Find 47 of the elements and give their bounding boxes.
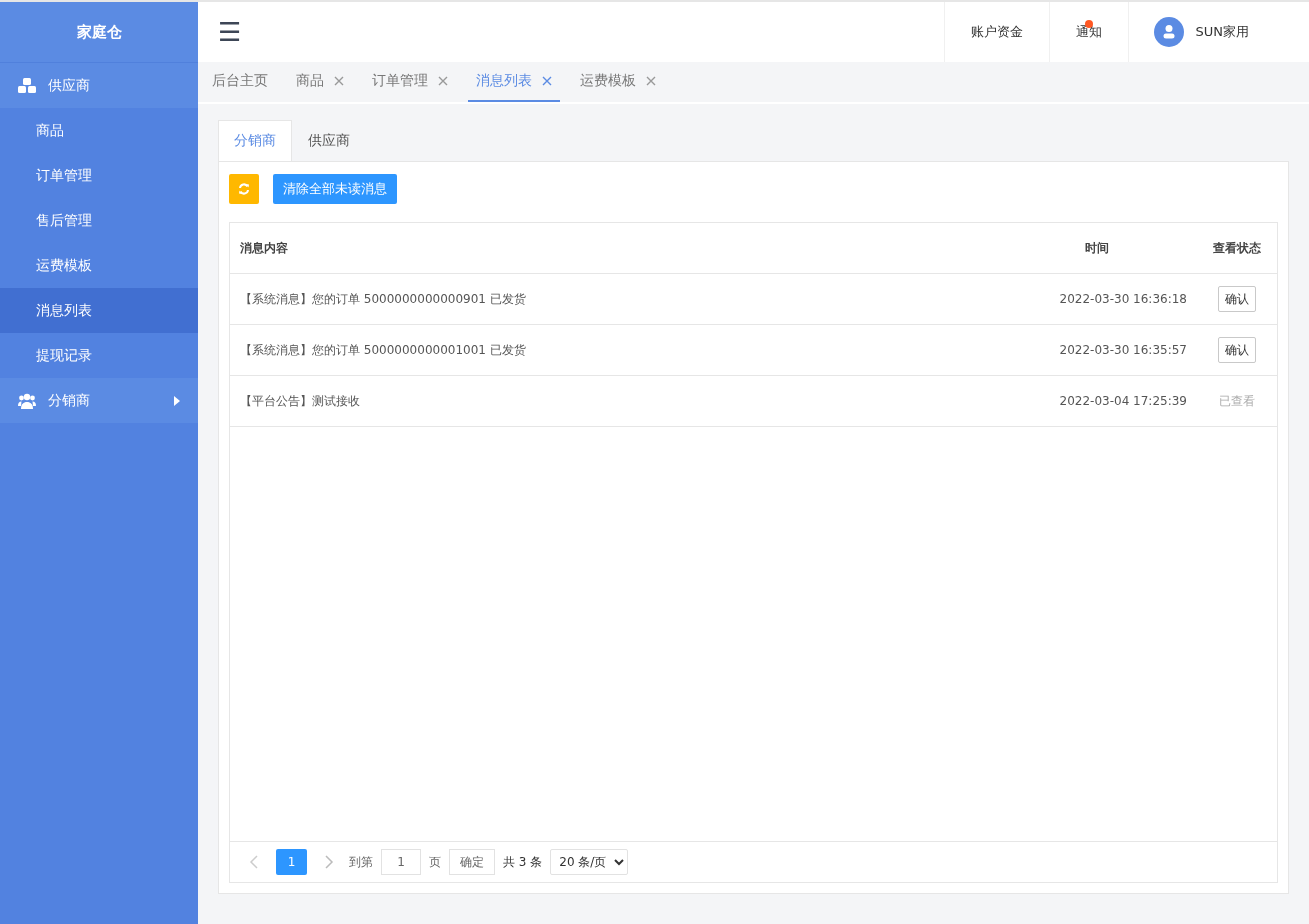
page-tab[interactable]: 商品: [288, 62, 352, 102]
cubes-icon: [18, 77, 36, 94]
users-icon: [18, 392, 36, 409]
page-button[interactable]: 1: [276, 849, 307, 875]
total-count: 共 3 条: [503, 853, 543, 871]
page-tab[interactable]: 消息列表: [468, 62, 560, 102]
goto-label: 到第: [349, 853, 373, 871]
column-header: 查看状态: [1212, 239, 1262, 257]
table-cell-text: 【系统消息】您的订单 5000000000001001 已发货: [239, 341, 527, 359]
brand-title: 家庭仓: [0, 2, 198, 63]
status-text: 已查看: [1219, 392, 1255, 410]
table-cell-text: 2022-03-30 16:35:57: [1058, 343, 1188, 357]
close-icon[interactable]: [334, 76, 344, 86]
page-input[interactable]: 1: [381, 849, 421, 875]
confirm-button[interactable]: 确认: [1218, 286, 1256, 312]
sub-tab[interactable]: 分销商: [218, 120, 292, 161]
user-name[interactable]: SUN家用: [1195, 23, 1249, 41]
table-cell-text: 2022-03-04 17:25:39: [1058, 394, 1188, 408]
close-icon[interactable]: [542, 76, 552, 86]
column-header: 时间: [1084, 239, 1110, 257]
page-tab[interactable]: 运费模板: [572, 62, 664, 102]
group-label: 供应商: [48, 76, 91, 95]
table-cell-text: 【系统消息】您的订单 5000000000000901 已发货: [239, 290, 527, 308]
page-unit: 页: [429, 853, 441, 871]
refresh-icon: [238, 183, 250, 195]
header-link[interactable]: 通知: [1048, 2, 1128, 62]
clear-unread-button[interactable]: 清除全部未读消息: [273, 174, 397, 204]
header-link[interactable]: 账户资金: [943, 2, 1049, 62]
page-tab[interactable]: 后台主页: [204, 62, 276, 102]
table-cell-text: 【平台公告】测试接收: [239, 392, 361, 410]
avatar-icon: [1153, 17, 1184, 47]
close-icon[interactable]: [438, 76, 448, 86]
sidebar-group[interactable]: 分销商: [0, 378, 198, 423]
table-cell-text: 2022-03-30 16:36:18: [1058, 292, 1188, 306]
sidebar-item[interactable]: 消息列表: [0, 288, 198, 333]
caret-icon: [174, 395, 180, 406]
menu-icon[interactable]: ☰: [198, 2, 262, 62]
sidebar-group[interactable]: 供应商: [0, 63, 198, 108]
sub-tab[interactable]: 供应商: [292, 120, 366, 161]
column-header: 消息内容: [239, 239, 289, 257]
page-size-select[interactable]: 20 条/页: [550, 849, 629, 875]
group-label: 分销商: [48, 391, 91, 410]
confirm-button[interactable]: 确认: [1218, 337, 1256, 363]
refresh-button[interactable]: [229, 174, 259, 204]
confirm-button[interactable]: 确定: [449, 849, 495, 875]
close-icon[interactable]: [646, 76, 656, 86]
page-tab[interactable]: 订单管理: [364, 62, 456, 102]
